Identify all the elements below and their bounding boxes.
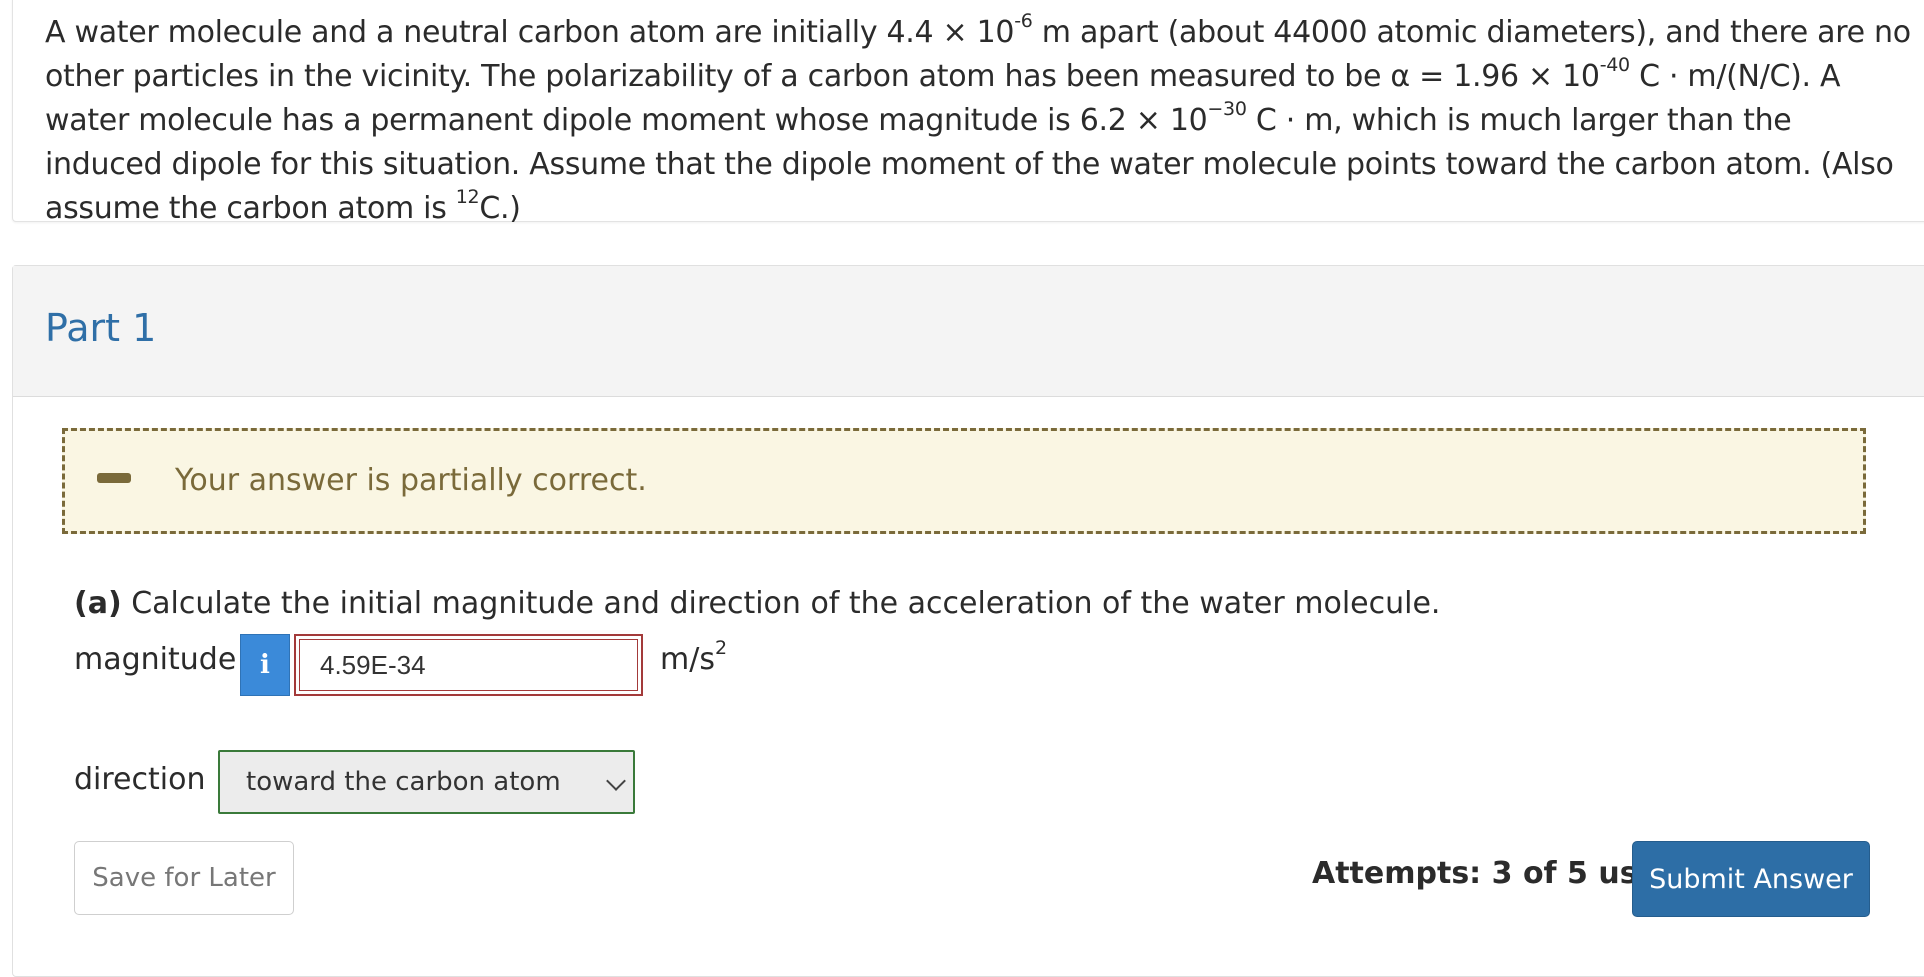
direction-selected-value: toward the carbon atom [246,767,561,797]
magnitude-label: magnitude [74,642,237,677]
question-segment: A water molecule and a neutral carbon at… [45,15,1015,50]
question-segment: C.) [479,191,521,226]
submit-answer-button[interactable]: Submit Answer [1632,841,1870,917]
feedback-text: Your answer is partially correct. [175,463,647,498]
prompt-label: (a) [74,586,122,621]
dipole-exponent: −30 [1207,97,1247,120]
question-text: A water molecule and a neutral carbon at… [45,11,1915,231]
direction-label: direction [74,762,206,797]
attempts-counter: Attempts: 3 of 5 used [1312,856,1680,891]
partial-correct-icon [97,473,131,483]
save-for-later-button[interactable]: Save for Later [74,841,294,915]
part-header: Part 1 [13,266,1924,397]
part-title: Part 1 [45,306,157,350]
prompt-text: Calculate the initial magnitude and dire… [121,586,1441,621]
question-card: A water molecule and a neutral carbon at… [12,0,1924,226]
unit-exponent: 2 [714,636,728,659]
alpha-exponent: -40 [1599,53,1630,76]
magnitude-unit: m/s2 [660,638,727,677]
question-prompt: (a) Calculate the initial magnitude and … [74,586,1440,621]
info-icon-button[interactable]: i [240,634,290,696]
feedback-banner: Your answer is partially correct. [62,428,1866,534]
isotope-superscript: 12 [455,185,480,208]
info-icon: i [260,650,270,680]
unit-base: m/s [660,642,715,677]
direction-select[interactable]: toward the carbon atom [218,750,635,814]
chevron-down-icon [606,771,626,791]
distance-exponent: -6 [1014,9,1033,32]
magnitude-input[interactable] [294,634,643,696]
